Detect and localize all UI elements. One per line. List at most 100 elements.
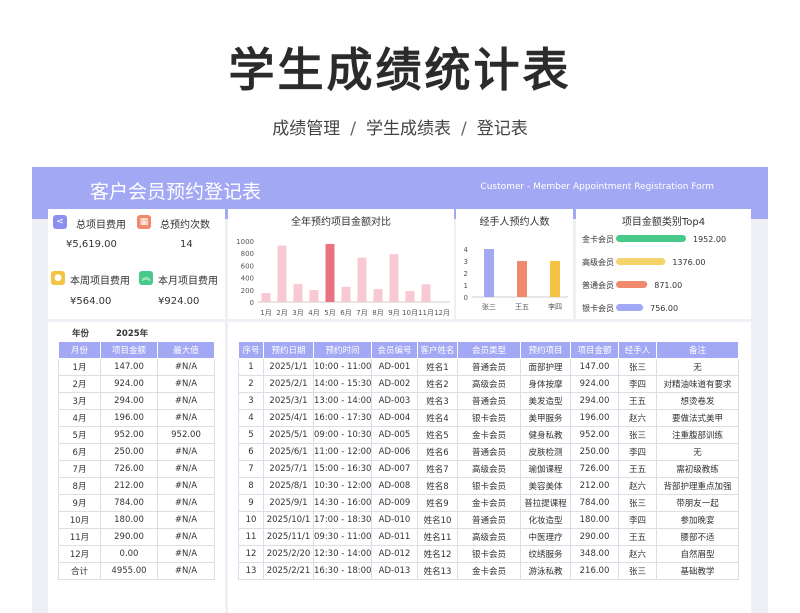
table-cell[interactable]: 银卡会员 bbox=[457, 477, 521, 495]
table-cell[interactable]: 自然眉型 bbox=[656, 545, 739, 563]
table-cell[interactable]: 姓名8 bbox=[417, 477, 458, 495]
table-cell[interactable]: 2025/8/1 bbox=[263, 477, 314, 495]
table-cell[interactable]: 需初级教练 bbox=[656, 460, 739, 478]
table-cell[interactable]: 王五 bbox=[618, 528, 657, 546]
table-cell[interactable]: AD-005 bbox=[371, 426, 418, 444]
table-cell[interactable]: 赵六 bbox=[618, 545, 657, 563]
table-cell[interactable]: 瑜伽课程 bbox=[520, 460, 571, 478]
table-cell[interactable]: 294.00 bbox=[100, 392, 158, 410]
table-cell[interactable]: 姓名4 bbox=[417, 409, 458, 427]
table-cell[interactable]: 带朋友一起 bbox=[656, 494, 739, 512]
table-cell[interactable]: 合计 bbox=[58, 562, 101, 580]
breadcrumb-item[interactable]: 成绩管理 bbox=[272, 119, 340, 139]
table-cell[interactable]: 09:00 - 10:30 bbox=[313, 426, 372, 444]
table-cell[interactable]: 金卡会员 bbox=[457, 426, 521, 444]
table-cell[interactable]: 9月 bbox=[58, 494, 101, 512]
table-cell[interactable]: 12 bbox=[238, 545, 264, 563]
table-cell[interactable]: 2025/6/1 bbox=[263, 443, 314, 461]
table-cell[interactable]: 赵六 bbox=[618, 409, 657, 427]
table-cell[interactable]: #N/A bbox=[157, 358, 215, 376]
table-cell[interactable]: 924.00 bbox=[570, 375, 619, 393]
table-cell[interactable]: 250.00 bbox=[100, 443, 158, 461]
table-cell[interactable]: 09:30 - 11:00 bbox=[313, 528, 372, 546]
table-cell[interactable]: 姓名12 bbox=[417, 545, 458, 563]
table-cell[interactable]: AD-003 bbox=[371, 392, 418, 410]
table-cell[interactable]: 张三 bbox=[618, 426, 657, 444]
table-cell[interactable]: 2025/7/1 bbox=[263, 460, 314, 478]
table-cell[interactable]: 高级会员 bbox=[457, 375, 521, 393]
table-cell[interactable]: 金卡会员 bbox=[457, 494, 521, 512]
table-cell[interactable]: 赵六 bbox=[618, 477, 657, 495]
table-cell[interactable]: 身体按摩 bbox=[520, 375, 571, 393]
table-cell[interactable]: 张三 bbox=[618, 494, 657, 512]
table-cell[interactable]: 15:00 - 16:30 bbox=[313, 460, 372, 478]
table-cell[interactable]: 姓名13 bbox=[417, 562, 458, 580]
table-cell[interactable]: 0.00 bbox=[100, 545, 158, 563]
table-cell[interactable]: AD-011 bbox=[371, 528, 418, 546]
table-cell[interactable]: 腰部不适 bbox=[656, 528, 739, 546]
table-cell[interactable]: 普拉提课程 bbox=[520, 494, 571, 512]
table-cell[interactable]: 14:30 - 16:00 bbox=[313, 494, 372, 512]
table-cell[interactable]: 726.00 bbox=[100, 460, 158, 478]
table-cell[interactable]: 180.00 bbox=[570, 511, 619, 529]
table-cell[interactable]: 面部护理 bbox=[520, 358, 571, 376]
table-cell[interactable]: AD-002 bbox=[371, 375, 418, 393]
table-cell[interactable]: 13 bbox=[238, 562, 264, 580]
table-cell[interactable]: 4 bbox=[238, 409, 264, 427]
table-cell[interactable]: #N/A bbox=[157, 494, 215, 512]
table-cell[interactable]: 背部护理重点加强 bbox=[656, 477, 739, 495]
table-cell[interactable]: 2025/3/1 bbox=[263, 392, 314, 410]
table-cell[interactable]: 注重腹部训练 bbox=[656, 426, 739, 444]
table-cell[interactable]: 美容美体 bbox=[520, 477, 571, 495]
table-cell[interactable]: 姓名9 bbox=[417, 494, 458, 512]
table-cell[interactable]: 784.00 bbox=[100, 494, 158, 512]
table-cell[interactable]: 16:30 - 18:00 bbox=[313, 562, 372, 580]
table-cell[interactable]: 姓名3 bbox=[417, 392, 458, 410]
table-cell[interactable]: 147.00 bbox=[100, 358, 158, 376]
table-cell[interactable]: 924.00 bbox=[100, 375, 158, 393]
table-cell[interactable]: 要做法式美甲 bbox=[656, 409, 739, 427]
table-cell[interactable]: 2025/2/1 bbox=[263, 375, 314, 393]
table-cell[interactable]: AD-008 bbox=[371, 477, 418, 495]
table-cell[interactable]: #N/A bbox=[157, 511, 215, 529]
table-cell[interactable]: 2月 bbox=[58, 375, 101, 393]
table-cell[interactable]: AD-012 bbox=[371, 545, 418, 563]
table-cell[interactable]: 无 bbox=[656, 358, 739, 376]
table-cell[interactable]: 李四 bbox=[618, 443, 657, 461]
table-cell[interactable]: 普通会员 bbox=[457, 511, 521, 529]
table-cell[interactable]: 6月 bbox=[58, 443, 101, 461]
table-cell[interactable]: 8 bbox=[238, 477, 264, 495]
table-cell[interactable]: 姓名10 bbox=[417, 511, 458, 529]
table-cell[interactable]: 216.00 bbox=[570, 562, 619, 580]
table-cell[interactable]: 13:00 - 14:00 bbox=[313, 392, 372, 410]
table-cell[interactable]: 180.00 bbox=[100, 511, 158, 529]
table-cell[interactable]: 3月 bbox=[58, 392, 101, 410]
table-cell[interactable]: 姓名7 bbox=[417, 460, 458, 478]
table-cell[interactable]: AD-009 bbox=[371, 494, 418, 512]
table-cell[interactable]: 2025/10/1 bbox=[263, 511, 314, 529]
table-cell[interactable]: 14:00 - 15:30 bbox=[313, 375, 372, 393]
table-cell[interactable]: 姓名6 bbox=[417, 443, 458, 461]
table-cell[interactable]: 银卡会员 bbox=[457, 409, 521, 427]
table-cell[interactable]: 银卡会员 bbox=[457, 545, 521, 563]
table-cell[interactable]: #N/A bbox=[157, 562, 215, 580]
table-cell[interactable]: 952.00 bbox=[570, 426, 619, 444]
table-cell[interactable]: 2025/9/1 bbox=[263, 494, 314, 512]
table-cell[interactable]: 游泳私教 bbox=[520, 562, 571, 580]
table-cell[interactable]: 12月 bbox=[58, 545, 101, 563]
table-cell[interactable]: 金卡会员 bbox=[457, 562, 521, 580]
table-cell[interactable]: 李四 bbox=[618, 375, 657, 393]
table-cell[interactable]: 2025/1/1 bbox=[263, 358, 314, 376]
table-cell[interactable]: 化妆造型 bbox=[520, 511, 571, 529]
table-cell[interactable]: 2 bbox=[238, 375, 264, 393]
table-cell[interactable]: 8月 bbox=[58, 477, 101, 495]
breadcrumb-item[interactable]: 学生成绩表 bbox=[366, 119, 451, 139]
table-cell[interactable]: 147.00 bbox=[570, 358, 619, 376]
table-cell[interactable]: 2025/2/21 bbox=[263, 562, 314, 580]
table-cell[interactable]: 普通会员 bbox=[457, 392, 521, 410]
table-cell[interactable]: 726.00 bbox=[570, 460, 619, 478]
table-cell[interactable]: 王五 bbox=[618, 460, 657, 478]
table-cell[interactable]: 高级会员 bbox=[457, 460, 521, 478]
table-cell[interactable]: 姓名11 bbox=[417, 528, 458, 546]
table-cell[interactable]: 纹绣服务 bbox=[520, 545, 571, 563]
